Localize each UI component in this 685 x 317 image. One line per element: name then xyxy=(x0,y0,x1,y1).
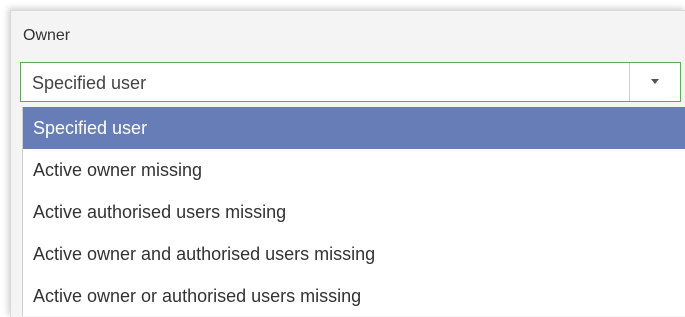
owner-select-toggle[interactable] xyxy=(629,63,680,101)
dropdown-option-active-owner-and-authorised-users-missing[interactable]: Active owner and authorised users missin… xyxy=(23,233,685,275)
chevron-down-icon xyxy=(651,79,659,84)
dropdown-option-active-owner-missing[interactable]: Active owner missing xyxy=(23,149,685,191)
owner-label: Owner xyxy=(23,27,71,44)
owner-dropdown-list: Specified user Active owner missing Acti… xyxy=(22,107,685,316)
owner-select[interactable]: Specified user xyxy=(20,62,681,102)
dropdown-option-active-owner-or-authorised-users-missing[interactable]: Active owner or authorised users missing xyxy=(23,275,685,317)
dropdown-option-active-authorised-users-missing[interactable]: Active authorised users missing xyxy=(23,191,685,233)
dropdown-option-specified-user[interactable]: Specified user xyxy=(23,107,685,149)
owner-select-value: Specified user xyxy=(32,73,147,93)
